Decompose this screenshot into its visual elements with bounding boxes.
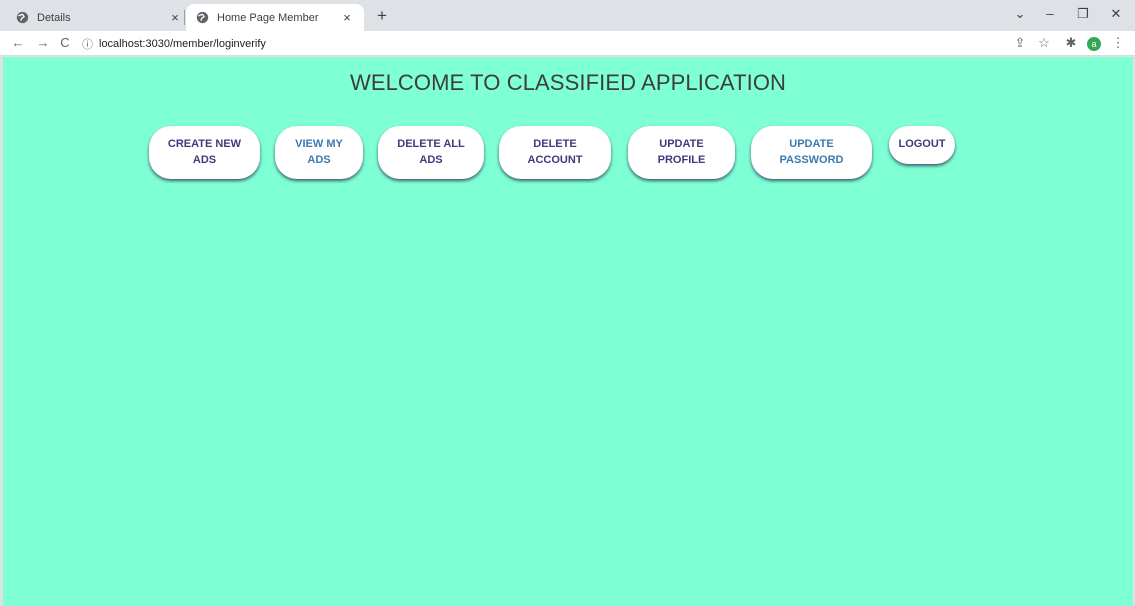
button-label: LOGOUT [898,138,946,151]
close-icon[interactable]: × [340,10,354,25]
button-label: DELETE ACCOUNT [527,137,583,166]
menu-icon[interactable]: ⋮ [1110,35,1126,51]
create-new-ads-button[interactable]: CREATE NEW ADS [149,126,260,179]
tab-title: Details [37,11,71,24]
close-icon[interactable]: × [168,10,182,25]
extensions-icon[interactable]: ✱ [1063,35,1079,51]
share-icon[interactable]: ⇪ [1012,35,1028,51]
tab-home-page-member[interactable]: Home Page Member × [186,4,364,31]
page-content: WELCOME TO CLASSIFIED APPLICATION CREATE… [3,57,1133,606]
logout-button[interactable]: LOGOUT [889,126,955,164]
address-url: localhost:3030/member/loginverify [99,37,266,50]
globe-icon [16,11,29,24]
address-bar[interactable]: ⓘ localhost:3030/member/loginverify [82,34,1002,53]
bookmark-star-icon[interactable]: ☆ [1036,35,1052,51]
forward-icon[interactable]: → [35,35,51,50]
update-profile-button[interactable]: UPDATE PROFILE [628,126,735,179]
view-my-ads-button[interactable]: VIEW MY ADS [275,126,363,179]
new-tab-button[interactable]: + [372,6,392,26]
window-close-icon[interactable]: ✕ [1106,6,1126,22]
button-label: CREATE NEW ADS [167,137,242,166]
button-label: VIEW MY ADS [295,137,343,166]
info-icon[interactable]: ⓘ [82,36,93,52]
update-password-button[interactable]: UPDATE PASSWORD [751,126,872,179]
tab-search-chevron-icon[interactable]: ⌄ [1010,6,1030,22]
back-icon[interactable]: ← [10,35,26,50]
page-title: WELCOME TO CLASSIFIED APPLICATION [349,70,787,95]
tab-strip: Details × Home Page Member × + ⌄ – ❐ ✕ [0,0,1135,31]
delete-all-ads-button[interactable]: DELETE ALL ADS [378,126,484,179]
reload-icon[interactable]: C [57,35,73,50]
tab-divider [184,10,185,25]
delete-account-button[interactable]: DELETE ACCOUNT [499,126,611,179]
tab-title: Home Page Member [217,11,319,24]
globe-icon [196,11,209,24]
button-label: DELETE ALL ADS [397,137,465,166]
restore-icon[interactable]: ❐ [1073,6,1093,22]
profile-avatar[interactable]: a [1087,37,1101,51]
button-label: UPDATE PASSWORD [779,137,844,166]
button-label: UPDATE PROFILE [657,137,706,166]
minimize-icon[interactable]: – [1040,6,1060,21]
tab-details[interactable]: Details × [6,4,192,31]
browser-toolbar: ← → C ⓘ localhost:3030/member/loginverif… [0,31,1135,56]
